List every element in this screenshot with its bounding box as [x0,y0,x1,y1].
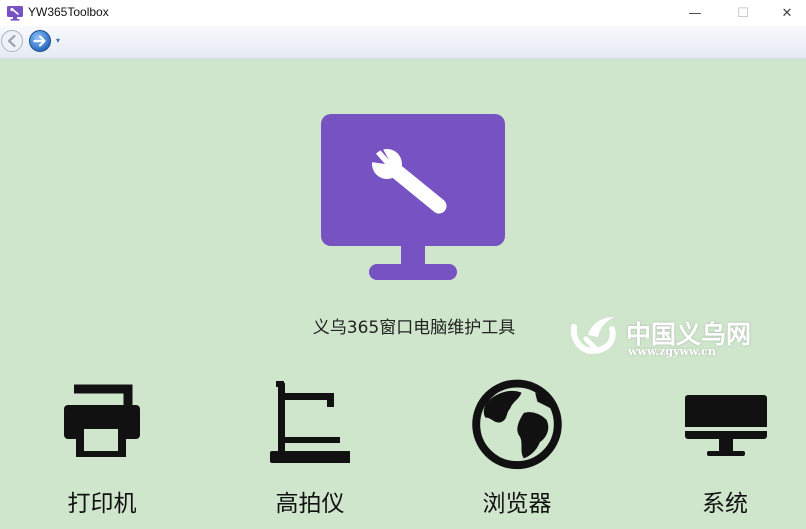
minimize-button[interactable]: — [672,0,718,26]
tile-system[interactable]: 系统 [660,379,790,529]
app-title: 义乌365窗口电脑维护工具 [312,318,516,338]
maximize-button[interactable]: ☐ [720,0,766,26]
navigation-bar: ▾ [0,26,806,59]
document-camera-icon [270,381,350,463]
globe-icon [472,379,562,470]
app-icon [7,6,23,21]
desktop-monitor-icon [685,395,767,456]
monitor-wrench-icon [321,114,505,280]
watermark: 中国义乌网 www.zgyww.cn [568,313,768,365]
tile-browser[interactable]: 浏览器 [452,379,582,529]
watermark-logo [570,317,616,354]
tile-printer-label: 打印机 [67,491,137,517]
watermark-url: www.zgyww.cn [628,345,716,358]
close-button[interactable]: ✕ [764,0,806,26]
title-bar: YW365Toolbox — ☐ ✕ [0,0,806,26]
tile-printer[interactable]: 打印机 [37,379,167,529]
tile-browser-label: 浏览器 [482,491,552,517]
tile-system-label: 系统 [702,491,748,517]
printer-icon [64,384,140,457]
tile-document-camera[interactable]: 高拍仪 [245,379,375,529]
back-arrow-icon[interactable] [0,29,24,53]
main-content: 义乌365窗口电脑维护工具 中国义乌网 www.zgyww.cn 打印机 高拍仪… [0,59,806,528]
history-dropdown-icon[interactable]: ▾ [56,36,60,45]
tile-document-camera-label: 高拍仪 [275,491,345,517]
window-title: YW365Toolbox [28,5,109,19]
forward-arrow-icon[interactable] [28,29,52,53]
